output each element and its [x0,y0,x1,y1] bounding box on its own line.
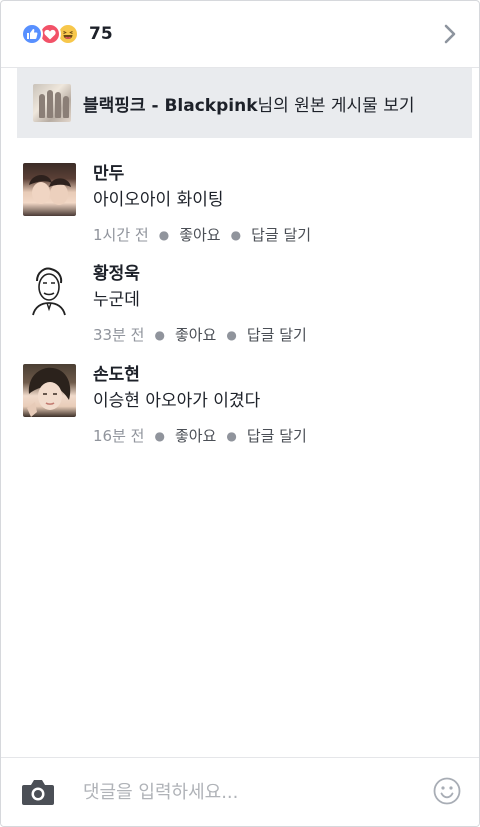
reply-link[interactable]: 답글 달기 [247,426,307,446]
like-link[interactable]: 좋아요 [175,426,216,446]
separator-dot: ● [226,328,237,342]
separator-dot: ● [158,228,170,242]
avatar[interactable] [23,263,76,316]
comment-time: 1시간 전 [93,226,149,244]
separator-dot: ● [154,429,165,443]
reaction-count: 75 [89,24,113,44]
comment-item: 황정욱 누군데 33분 전 ● 좋아요 ● 답글 달기 [23,263,463,345]
original-post-text: 블랙핑크 - Blackpink님의 원본 게시물 보기 [83,91,414,116]
comments-panel: 75 블랙핑크 - Blackpink님의 원본 게시물 보기 만두 아이오아이… [0,0,480,827]
reaction-summary[interactable]: 75 [21,23,113,45]
commenter-name[interactable]: 황정욱 [93,263,463,285]
commenter-name[interactable]: 손도현 [93,364,463,386]
comment-composer [1,757,479,826]
original-post-thumbnail [33,84,71,122]
like-link[interactable]: 좋아요 [175,325,216,345]
chevron-right-icon[interactable] [439,22,461,46]
emoji-icon[interactable] [433,777,461,805]
reactions-bar[interactable]: 75 [1,1,479,68]
comment-text: 누군데 [93,290,140,310]
comment-time: 33분 전 [93,326,145,344]
camera-icon[interactable] [21,778,55,806]
comment-text: 아이오아이 화이팅 [93,190,224,210]
reply-link[interactable]: 답글 달기 [251,225,311,245]
commenter-name[interactable]: 만두 [93,163,463,185]
page-name: 블랙핑크 - Blackpink [83,95,258,116]
like-link[interactable]: 좋아요 [179,225,220,245]
separator-dot: ● [226,429,237,443]
comment-text: 이승현 아오아가 이겼다 [93,391,261,411]
avatar[interactable] [23,364,76,417]
original-post-suffix: 님의 원본 게시물 보기 [257,95,415,116]
comment-item: 만두 아이오아이 화이팅 1시간 전 ● 좋아요 ● 답글 달기 [23,163,463,245]
original-post-link[interactable]: 블랙핑크 - Blackpink님의 원본 게시물 보기 [17,68,472,138]
separator-dot: ● [154,328,165,342]
comment-input[interactable] [83,776,403,808]
reply-link[interactable]: 답글 달기 [247,325,307,345]
comment-time: 16분 전 [93,427,145,445]
avatar[interactable] [23,163,76,216]
comment-item: 손도현 이승현 아오아가 이겼다 16분 전 ● 좋아요 ● 답글 달기 [23,364,463,446]
separator-dot: ● [230,228,242,242]
like-icon [21,23,43,45]
